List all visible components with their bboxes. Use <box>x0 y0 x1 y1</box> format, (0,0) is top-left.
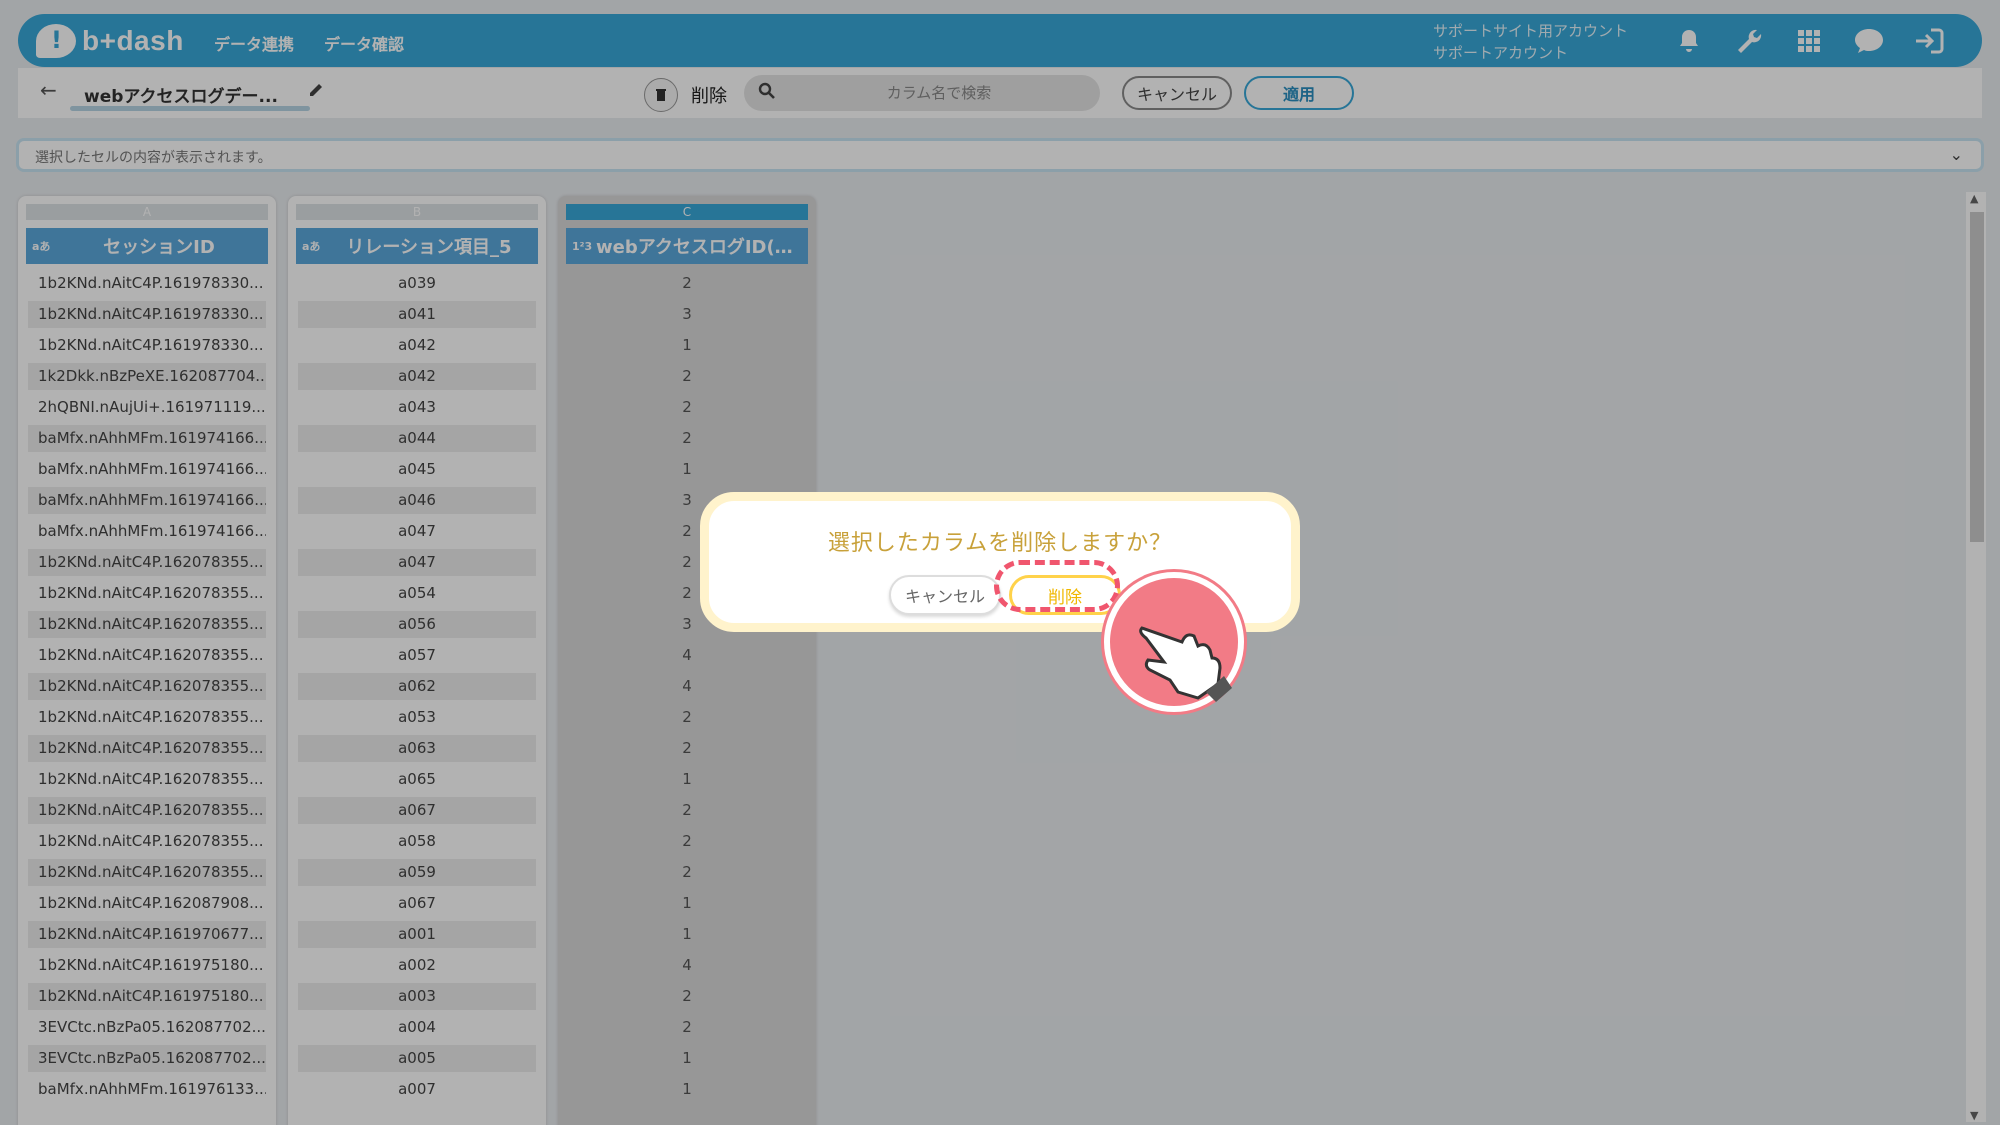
pointing-hand-icon <box>1104 572 1244 712</box>
dialog-message: 選択したカラムを削除しますか？ <box>827 531 1173 556</box>
click-highlight <box>994 560 1120 612</box>
dialog-cancel-button[interactable]: キャンセル <box>889 575 1001 615</box>
